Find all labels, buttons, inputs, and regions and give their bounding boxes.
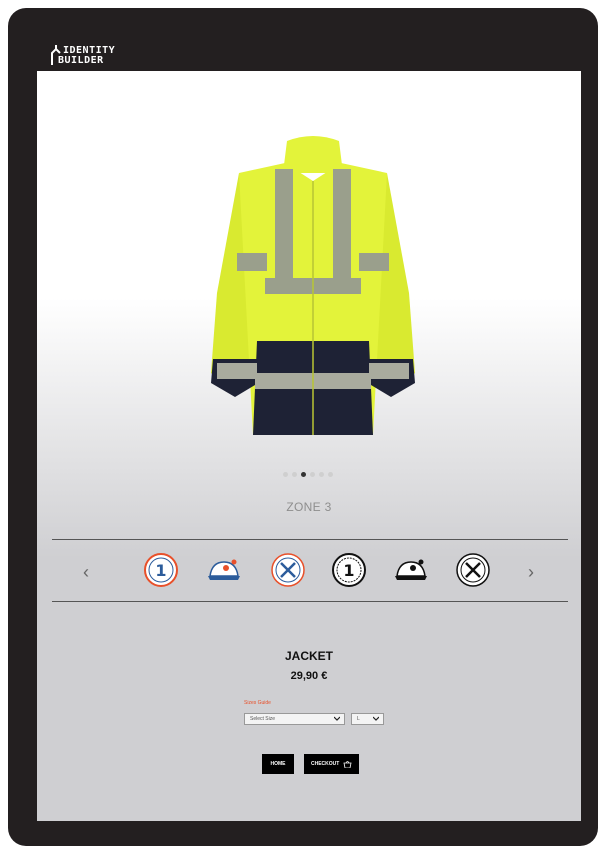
- number-one-badge-icon[interactable]: 1: [143, 552, 179, 588]
- chevron-down-icon: [334, 716, 340, 721]
- carousel-dot[interactable]: [310, 472, 315, 477]
- second-select[interactable]: L: [351, 713, 384, 725]
- app-screen: IDENTITY BUILDER ZONE 3 ‹ 1 1 › JACKET 2…: [37, 38, 581, 821]
- carousel-dots: [283, 472, 333, 478]
- carousel-dot[interactable]: [328, 472, 333, 477]
- divider-bottom: [52, 601, 568, 602]
- svg-text:1: 1: [343, 561, 354, 580]
- second-select-value: L: [357, 716, 360, 722]
- checkout-button-label: CHECKOUT: [311, 761, 340, 767]
- divider-top: [52, 539, 568, 540]
- zone-label: ZONE 3: [286, 500, 332, 514]
- tools-bw-icon[interactable]: [455, 552, 491, 588]
- identity-builder-logo[interactable]: IDENTITY BUILDER: [49, 41, 139, 69]
- svg-text:1: 1: [155, 561, 166, 580]
- chevron-down-icon: [373, 716, 379, 721]
- logo-line-2: BUILDER: [58, 55, 104, 66]
- shopping-bag-icon: [343, 761, 352, 768]
- helmet-color-icon[interactable]: [206, 552, 242, 588]
- size-select-value: Select Size: [250, 716, 276, 722]
- next-arrow-icon[interactable]: ›: [528, 563, 534, 581]
- carousel-dot[interactable]: [319, 472, 324, 477]
- product-price: 29,90 €: [290, 670, 328, 682]
- prev-arrow-icon[interactable]: ‹: [83, 563, 89, 581]
- size-guide-link[interactable]: Sizes Guide: [244, 700, 271, 706]
- number-one-bw-icon[interactable]: 1: [331, 552, 367, 588]
- tools-color-icon[interactable]: [270, 552, 306, 588]
- helmet-bw-icon[interactable]: [393, 552, 429, 588]
- top-bar: IDENTITY BUILDER: [37, 38, 581, 71]
- carousel-dot-active[interactable]: [301, 472, 306, 477]
- home-button-label: HOME: [270, 761, 286, 767]
- checkout-button[interactable]: CHECKOUT: [304, 754, 359, 774]
- carousel-dot[interactable]: [283, 472, 288, 477]
- carousel-dot[interactable]: [292, 472, 297, 477]
- size-select[interactable]: Select Size: [244, 713, 345, 725]
- hi-vis-jacket-image: [211, 136, 415, 435]
- product-title: JACKET: [284, 649, 333, 663]
- home-button[interactable]: HOME: [262, 754, 294, 774]
